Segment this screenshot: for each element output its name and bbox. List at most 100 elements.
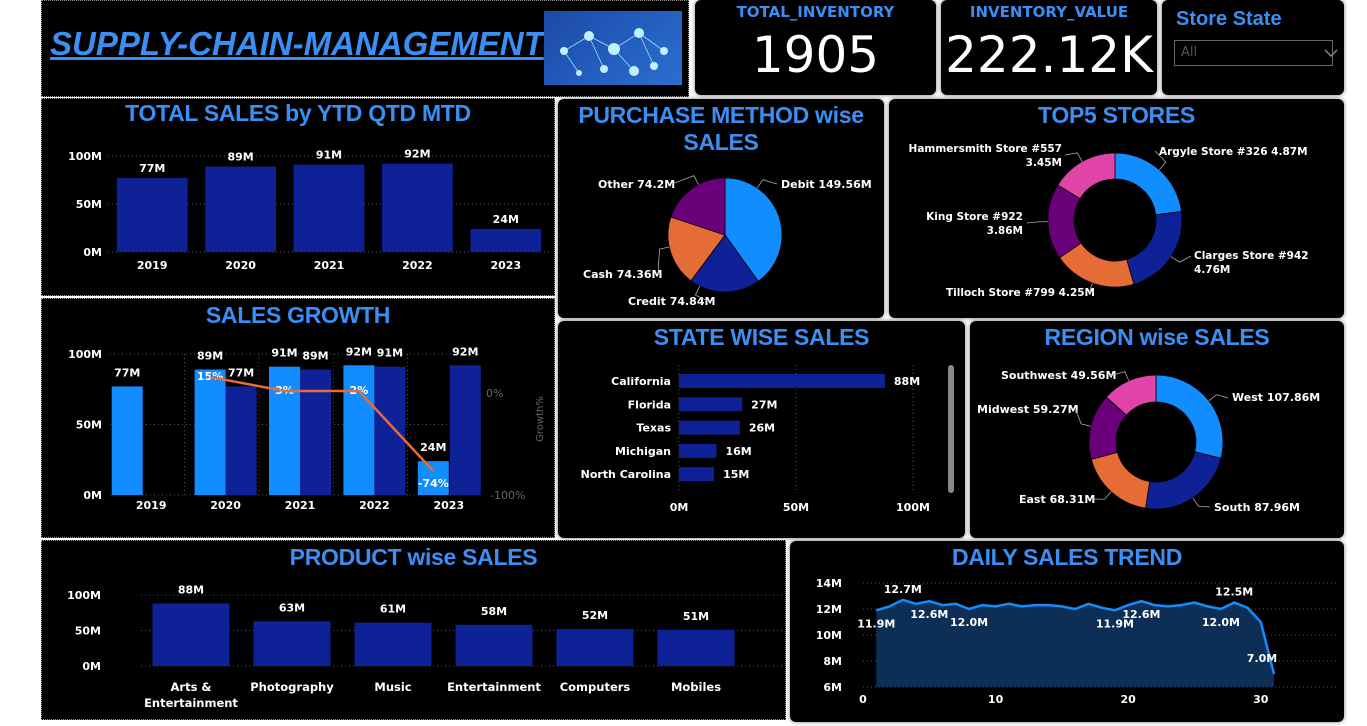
slice-label: 3.86M	[987, 225, 1023, 237]
x-tick-label: 2020	[210, 499, 241, 512]
bar-data-label: 89M	[197, 350, 223, 363]
bar-data-label: 15M	[723, 468, 749, 481]
y-tick-label: 50M	[76, 198, 102, 211]
point-data-label: 12.0M	[1202, 616, 1240, 629]
slice-label: Credit 74.84M	[628, 295, 715, 308]
x-tick-label: 2019	[136, 499, 167, 512]
x-tick-label: 10	[988, 693, 1004, 706]
slice-label: King Store #922	[926, 211, 1023, 223]
point-data-label: 11.9M	[857, 617, 895, 630]
y-tick-label: 0M	[83, 489, 102, 502]
x-tick-label: Arts &	[171, 680, 212, 694]
bar	[470, 228, 542, 252]
point-data-label: 12.6M	[1122, 608, 1160, 621]
y-tick-label: 50M	[75, 625, 101, 638]
dashboard-title: SUPPLY-CHAIN-MANAGEMENT	[50, 25, 544, 62]
purchase-method-chart: Debit 149.56M Credit 74.84M Cash 74.36M Oth…	[583, 175, 872, 308]
slice-label: Argyle Store #326 4.87M	[1159, 146, 1308, 158]
y-tick-label: 0M	[82, 660, 101, 673]
x-tick-label: 2023	[433, 499, 464, 512]
state-sales-chart: 0M 50M 100M California 88M Florida 27M Texas 26M…	[581, 365, 930, 514]
point-data-label: 7.0M	[1247, 652, 1277, 665]
bar	[679, 374, 885, 388]
x-tick-label: 30	[1253, 693, 1269, 706]
bar-data-label: 58M	[481, 605, 507, 618]
x-tick-label: 2021	[285, 499, 316, 512]
y-tick-label: 50M	[76, 419, 102, 432]
bar-data-label: 92M	[452, 345, 478, 358]
bar-current	[111, 386, 143, 495]
kpi-total-inventory: TOTAL_INVENTORY 1905	[695, 0, 936, 95]
daily-trend-panel: DAILY SALES TREND 6M 8M 10M 12M 14M 0 10 20 30 11…	[790, 541, 1344, 722]
bar	[205, 166, 276, 252]
slice-label: Midwest 59.27M	[977, 403, 1079, 416]
slice-label: Tilloch Store #799 4.25M	[946, 287, 1095, 299]
bar-data-label: 91M	[316, 149, 342, 162]
slice-label: Southwest 49.56M	[1001, 369, 1116, 382]
y2-tick-label: -100%	[490, 489, 525, 502]
store-slice	[1126, 211, 1183, 285]
y-tick-label: 100M	[67, 589, 101, 602]
bar	[253, 621, 331, 666]
leader-line	[1192, 497, 1211, 508]
total-sales-chart: 0M 50M 100M 77M 2019 89M 2020 91M 2021 92M 2022 24M…	[68, 148, 550, 272]
x-tick-label: 2020	[225, 259, 256, 272]
product-sales-chart: 0M 50M 100M 88M Arts & Entertainment 63M Photog…	[67, 584, 785, 710]
bar-previous	[225, 386, 257, 495]
store-state-slicer: Store State All	[1162, 0, 1344, 95]
state-sales-panel: STATE WISE SALES 0M 50M 100M California 88M F…	[558, 321, 965, 538]
slice-label: Cash 74.36M	[583, 268, 662, 281]
x-tick-label: Photography	[250, 680, 334, 694]
leader-line	[1208, 394, 1229, 402]
kpi-inventory-value: INVENTORY_VALUE 222.12K	[941, 0, 1157, 95]
bar-data-label: 61M	[380, 603, 406, 616]
y-tick-label: North Carolina	[581, 468, 671, 481]
point-data-label: 12.6M	[910, 608, 948, 621]
state-sales-scrollbar[interactable]	[948, 365, 954, 493]
region-slice	[1155, 374, 1224, 459]
bar-data-label: 77M	[139, 162, 165, 175]
bar	[382, 163, 453, 252]
store-state-dropdown[interactable]: All	[1174, 40, 1338, 66]
bar-data-label: 92M	[404, 148, 430, 161]
sales-growth-panel: SALES GROWTH 0M 50M 100M 77M 2019 89M 77M 2020 1…	[41, 298, 555, 538]
growth-label: 15%	[197, 370, 223, 383]
bar-data-label: 27M	[751, 398, 777, 411]
bar	[679, 397, 743, 412]
bar-previous	[374, 366, 406, 495]
region-slice	[1090, 451, 1151, 509]
slice-label: Hammersmith Store #557	[909, 143, 1062, 155]
y2-tick-label: 0%	[486, 387, 503, 400]
kpi-total-inventory-label: TOTAL_INVENTORY	[736, 3, 895, 21]
bar-data-label: 52M	[582, 609, 608, 622]
total-sales-panel: TOTAL SALES by YTD QTD MTD 0M 50M 100M 77M 2…	[41, 98, 555, 296]
store-state-selected: All	[1181, 45, 1198, 60]
x-tick-label: 2022	[359, 499, 390, 512]
kpi-inventory-value-value: 222.12K	[945, 26, 1153, 84]
bar	[556, 629, 634, 666]
x-tick-label: 50M	[783, 501, 809, 514]
x-tick-label: 20	[1121, 693, 1137, 706]
y-tick-label: 0M	[83, 246, 102, 259]
bar-data-label: 51M	[683, 610, 709, 623]
product-sales-panel: PRODUCT wise SALES 0M 50M 100M 88M Arts & Ent…	[41, 540, 786, 720]
store-state-label: Store State	[1176, 8, 1282, 30]
bar-data-label: 89M	[227, 151, 253, 164]
top5-stores-panel: TOP5 STORES Argyle Store #326 4.87M Clarg…	[889, 99, 1344, 318]
bar-data-label: 77M	[114, 366, 140, 379]
daily-trend-chart: 6M8M10M12M14M0 10 20 3011.9M12.7M12.6M12.0M…	[816, 577, 1338, 706]
y-tick-label: California	[611, 375, 671, 388]
leader-line	[1026, 221, 1049, 224]
y-tick-label: Texas	[636, 422, 671, 435]
x-tick-label: Entertainment	[144, 696, 238, 710]
y-tick-label: 10M	[816, 629, 842, 642]
network-graphic	[560, 28, 668, 76]
y-tick-label: Michigan	[615, 445, 671, 458]
header-panel: SUPPLY-CHAIN-MANAGEMENT	[41, 0, 689, 97]
y-tick-label: Florida	[628, 398, 671, 411]
bar	[152, 603, 230, 666]
slice-label: East 68.31M	[1019, 493, 1095, 506]
y-tick-label: 8M	[823, 655, 842, 668]
bar-data-label: 88M	[178, 584, 204, 597]
network-icon	[544, 11, 682, 85]
